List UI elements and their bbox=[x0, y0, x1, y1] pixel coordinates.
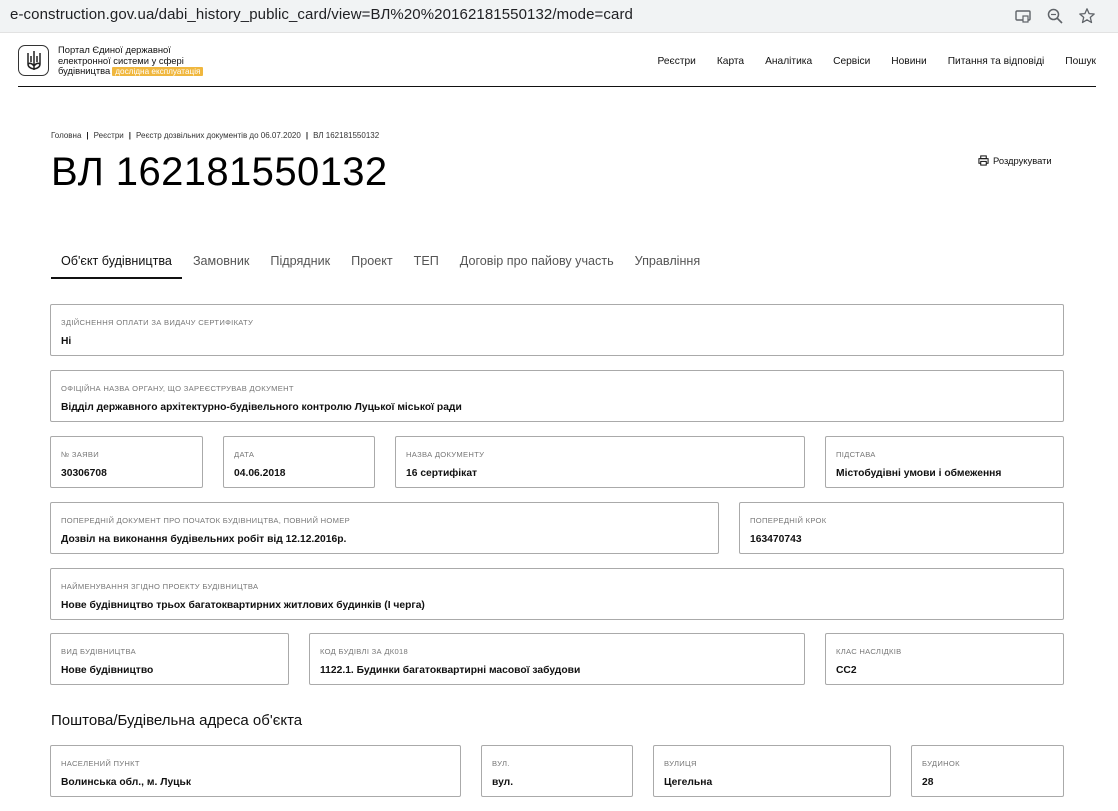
field-label: Клас наслідків bbox=[836, 647, 902, 656]
field-label: Попередній крок bbox=[750, 516, 827, 525]
cast-icon[interactable] bbox=[1014, 7, 1032, 25]
field-value: Дозвіл на виконання будівельних робіт ві… bbox=[61, 534, 347, 545]
field-date: Дата 04.06.2018 bbox=[223, 436, 375, 488]
field-label: Вул. bbox=[492, 759, 510, 768]
address-section-title: Поштова/Будівельна адреса об'єкта bbox=[51, 712, 303, 729]
field-value: Містобудівні умови і обмеження bbox=[836, 468, 1002, 479]
field-label: Найменування згідно проекту будівництва bbox=[61, 582, 259, 591]
tab-contractor[interactable]: Підрядник bbox=[260, 254, 340, 279]
star-icon[interactable] bbox=[1078, 7, 1096, 25]
field-document-name: Назва документу 16 сертифікат bbox=[395, 436, 805, 488]
portal-line-1: Портал Єдиної державної bbox=[58, 44, 171, 55]
field-value: Нове будівництво трьох багатоквартирних … bbox=[61, 600, 425, 611]
tab-project[interactable]: Проект bbox=[341, 254, 402, 279]
beta-badge: дослідна експлуатація bbox=[112, 67, 204, 76]
field-value: Відділ державного архітектурно-будівельн… bbox=[61, 402, 462, 413]
field-value: 30306708 bbox=[61, 468, 107, 479]
field-label: № заяви bbox=[61, 450, 100, 459]
breadcrumb: Головна | Реєстри | Реєстр дозвільних докуме… bbox=[51, 131, 379, 140]
field-value: Нове будівництво bbox=[61, 665, 154, 676]
nav-map[interactable]: Карта bbox=[717, 56, 744, 67]
breadcrumb-registry[interactable]: Реєстр дозвільних документів до 06.07.20… bbox=[136, 131, 301, 140]
page-title: ВЛ 162181550132 bbox=[51, 150, 388, 194]
tab-share-contract[interactable]: Договір про пайову участь bbox=[450, 254, 624, 279]
breadcrumb-registries[interactable]: Реєстри bbox=[94, 131, 124, 140]
breadcrumb-separator: | bbox=[305, 131, 309, 140]
portal-line-3: будівництва bbox=[58, 65, 111, 76]
field-label: Назва документу bbox=[406, 450, 485, 459]
nav-search[interactable]: Пошук bbox=[1065, 56, 1096, 67]
portal-name[interactable]: Портал Єдиної державної електронної сист… bbox=[58, 44, 248, 78]
field-label: Підстава bbox=[836, 450, 876, 459]
field-value: 16 сертифікат bbox=[406, 468, 478, 479]
field-label: Дата bbox=[234, 450, 255, 459]
field-value: 04.06.2018 bbox=[234, 468, 286, 479]
zoom-icon[interactable] bbox=[1046, 7, 1064, 25]
nav-services[interactable]: Сервіси bbox=[833, 56, 870, 67]
url-text[interactable]: e-construction.gov.ua/dabi_history_publi… bbox=[10, 6, 633, 23]
field-label: Код будівлі за ДК018 bbox=[320, 647, 409, 656]
site-header: Портал Єдиної державної електронної сист… bbox=[18, 40, 1096, 87]
field-label: Здійснення оплати за видачу сертифікату bbox=[61, 318, 254, 327]
field-building-code: Код будівлі за ДК018 1122.1. Будинки баг… bbox=[309, 633, 805, 685]
nav-news[interactable]: Новини bbox=[891, 56, 926, 67]
tab-tep[interactable]: ТЕП bbox=[404, 254, 449, 279]
nav-registries[interactable]: Реєстри bbox=[658, 56, 696, 67]
field-label: Офіційна назва органу, що зареєстрував д… bbox=[61, 384, 294, 393]
field-value: Волинська обл., м. Луцьк bbox=[61, 777, 191, 788]
field-value: Ні bbox=[61, 336, 72, 347]
field-project-name: Найменування згідно проекту будівництва … bbox=[50, 568, 1064, 620]
field-previous-step: Попередній крок 163470743 bbox=[739, 502, 1064, 554]
browser-address-bar: e-construction.gov.ua/dabi_history_publi… bbox=[0, 0, 1118, 33]
field-value: СС2 bbox=[836, 665, 857, 676]
tab-object[interactable]: Об'єкт будівництва bbox=[51, 254, 182, 279]
field-payment: Здійснення оплати за видачу сертифікату … bbox=[50, 304, 1064, 356]
breadcrumb-separator: | bbox=[86, 131, 89, 140]
breadcrumb-separator: | bbox=[128, 131, 132, 140]
tab-bar: Об'єкт будівництва Замовник Підрядник Пр… bbox=[51, 254, 711, 279]
printer-icon bbox=[978, 155, 989, 166]
field-locality: Населений пункт Волинська обл., м. Луцьк bbox=[50, 745, 461, 797]
field-label: Вид будівництва bbox=[61, 647, 136, 656]
field-label: Попередній документ про початок будівниц… bbox=[61, 516, 350, 525]
nav-analytics[interactable]: Аналітика bbox=[765, 56, 812, 67]
field-consequence-class: Клас наслідків СС2 bbox=[825, 633, 1064, 685]
field-street-type: Вул. вул. bbox=[481, 745, 633, 797]
field-previous-document: Попередній документ про початок будівниц… bbox=[50, 502, 719, 554]
print-label: Роздрукувати bbox=[993, 155, 1052, 166]
field-value: 163470743 bbox=[750, 534, 802, 545]
tab-customer[interactable]: Замовник bbox=[183, 254, 259, 279]
tab-management[interactable]: Управління bbox=[625, 254, 711, 279]
field-value: Цегельна bbox=[664, 777, 713, 788]
field-value: 1122.1. Будинки багатоквартирні масової … bbox=[320, 665, 581, 676]
field-basis: Підстава Містобудівні умови і обмеження bbox=[825, 436, 1064, 488]
trident-logo-icon[interactable] bbox=[18, 45, 49, 76]
breadcrumb-home[interactable]: Головна bbox=[51, 131, 81, 140]
field-street: Вулиця Цегельна bbox=[653, 745, 891, 797]
field-label: Вулиця bbox=[664, 759, 697, 768]
field-label: Будинок bbox=[922, 759, 960, 768]
field-construction-type: Вид будівництва Нове будівництво bbox=[50, 633, 289, 685]
field-house: Будинок 28 bbox=[911, 745, 1064, 797]
field-label: Населений пункт bbox=[61, 759, 140, 768]
print-button[interactable]: Роздрукувати bbox=[978, 155, 1052, 166]
breadcrumb-current: ВЛ 162181550132 bbox=[313, 131, 380, 140]
nav-faq[interactable]: Питання та відповіді bbox=[948, 56, 1045, 67]
field-application-number: № заяви 30306708 bbox=[50, 436, 203, 488]
main-nav: Реєстри Карта Аналітика Сервіси Новини П… bbox=[637, 56, 1096, 67]
field-value: вул. bbox=[492, 777, 514, 788]
field-authority: Офіційна назва органу, що зареєстрував д… bbox=[50, 370, 1064, 422]
field-value: 28 bbox=[922, 777, 934, 788]
